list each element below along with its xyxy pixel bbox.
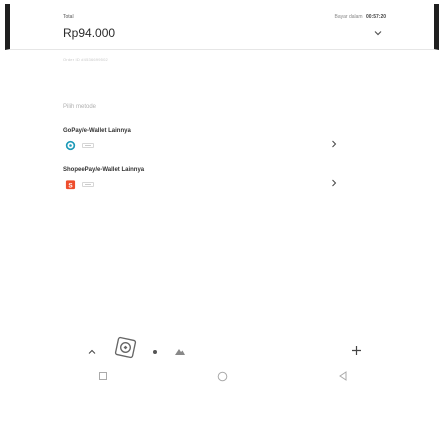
total-amount: Rp94.000	[63, 26, 116, 40]
chevron-up-icon[interactable]	[88, 348, 96, 356]
plus-icon[interactable]	[351, 345, 362, 356]
badge-icon	[82, 182, 94, 187]
pay-within-label: Bayar dalam	[334, 14, 363, 20]
app-shortcut-bar	[0, 335, 445, 368]
home-icon[interactable]	[217, 371, 228, 382]
dot-icon	[153, 350, 157, 354]
shopeepay-logo-icon: S	[65, 180, 76, 189]
pay-within-info: Bayar dalam 00:57:20	[335, 14, 386, 20]
mountain-icon[interactable]	[174, 346, 186, 356]
payment-method-gopay[interactable]: GoPay/e-Wallet Lainnya	[63, 128, 353, 164]
method-logos: S	[65, 179, 94, 190]
back-icon[interactable]	[338, 371, 348, 381]
system-navigation-bar	[0, 368, 445, 390]
countdown-timer: 00:57:20	[365, 14, 386, 20]
total-label: Total	[63, 14, 74, 20]
gopay-logo-icon	[65, 140, 76, 151]
method-title: GoPay/e-Wallet Lainnya	[63, 128, 131, 134]
recent-apps-icon[interactable]	[98, 371, 108, 381]
badge-icon	[82, 143, 94, 148]
chevron-down-icon[interactable]	[373, 28, 383, 38]
method-title: ShopeePay/e-Wallet Lainnya	[63, 167, 145, 173]
payment-summary-card: Total Bayar dalam 00:57:20 Rp94.000	[5, 4, 439, 50]
app-logo-icon[interactable]	[113, 335, 138, 360]
chevron-right-icon[interactable]	[331, 179, 337, 187]
choose-method-label: Pilih metode	[63, 104, 97, 110]
payment-method-shopeepay[interactable]: ShopeePay/e-Wallet Lainnya S	[63, 167, 353, 203]
order-id: Order ID #4536699502	[63, 57, 108, 62]
svg-text:S: S	[68, 182, 73, 189]
method-logos	[65, 140, 94, 151]
chevron-right-icon[interactable]	[331, 140, 337, 148]
